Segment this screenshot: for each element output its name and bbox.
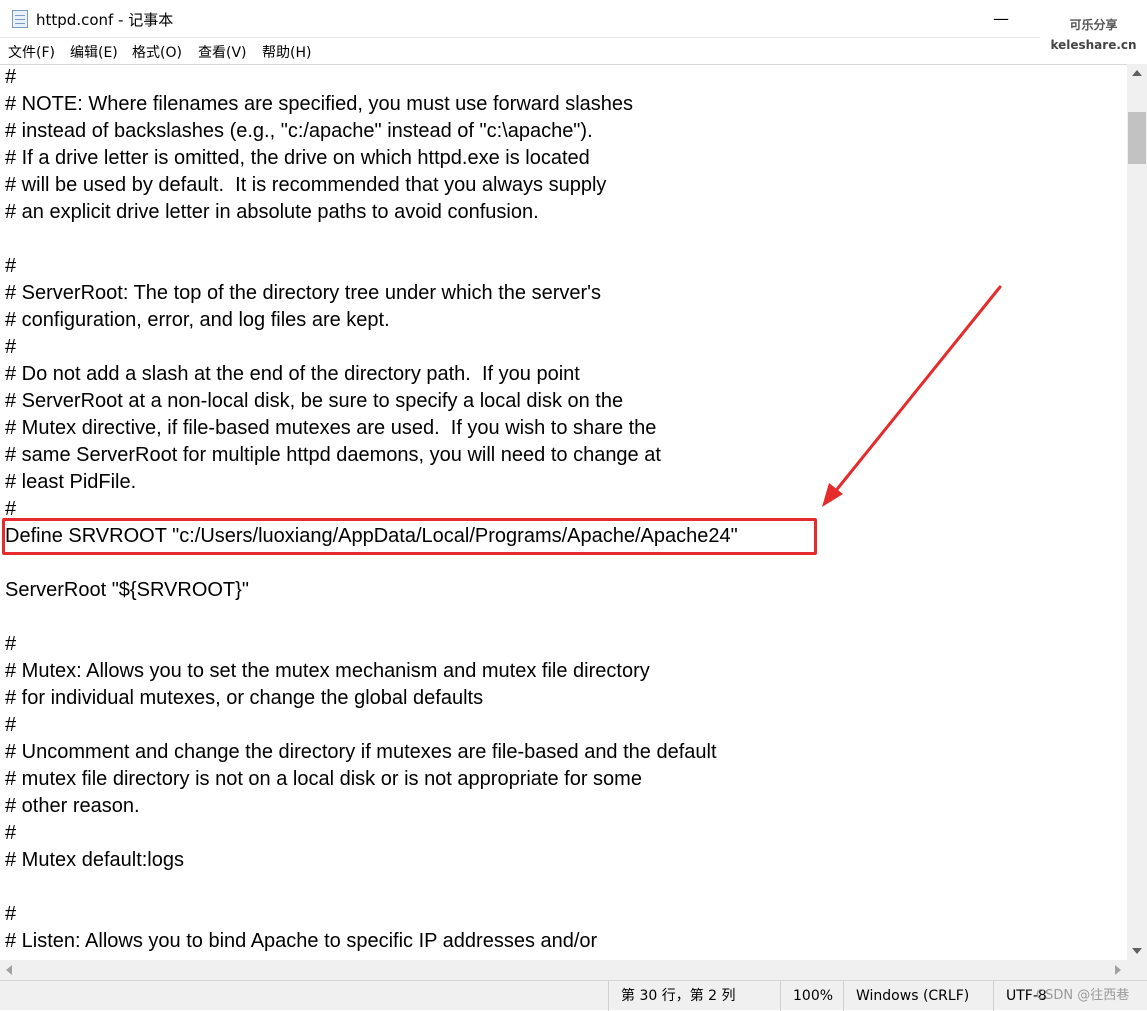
scroll-down-icon[interactable] (1132, 948, 1142, 954)
watermark: 可乐分享 keleshare.cn (1040, 6, 1147, 62)
scroll-up-icon[interactable] (1132, 70, 1142, 76)
notepad-icon (12, 10, 28, 28)
menu-format[interactable]: 格式(O) (132, 42, 182, 62)
menu-file[interactable]: 文件(F) (8, 42, 55, 62)
scroll-thumb[interactable] (1128, 112, 1146, 164)
watermark-line1: 可乐分享 (1069, 18, 1118, 32)
menu-bar: 文件(F) 编辑(E) 格式(O) 查看(V) 帮助(H) (0, 38, 1147, 64)
red-arrow-icon (822, 285, 1002, 507)
menu-view[interactable]: 查看(V) (198, 42, 247, 62)
status-bar: 第 30 行，第 2 列 100% Windows (CRLF) UTF-8 (0, 980, 1147, 1011)
scroll-right-icon[interactable] (1115, 965, 1121, 975)
minimize-button[interactable]: — (978, 0, 1024, 38)
title-bar: httpd.conf - 记事本 — (0, 0, 1147, 38)
csdn-watermark: CSDN @往西巷 (1036, 988, 1130, 1003)
status-position: 第 30 行，第 2 列 (608, 981, 780, 1011)
status-line-ending: Windows (CRLF) (843, 981, 993, 1011)
menu-edit[interactable]: 编辑(E) (70, 42, 118, 62)
vertical-scrollbar[interactable] (1127, 64, 1147, 960)
scroll-left-icon[interactable] (6, 965, 12, 975)
text-editor[interactable]: # # NOTE: Where filenames are specified,… (0, 64, 1127, 960)
horizontal-scrollbar[interactable] (0, 960, 1127, 980)
scrollbar-corner (1127, 960, 1147, 980)
window-title: httpd.conf - 记事本 (36, 11, 174, 29)
status-zoom: 100% (780, 981, 843, 1011)
menu-help[interactable]: 帮助(H) (262, 42, 311, 62)
watermark-line2: keleshare.cn (1050, 38, 1137, 52)
